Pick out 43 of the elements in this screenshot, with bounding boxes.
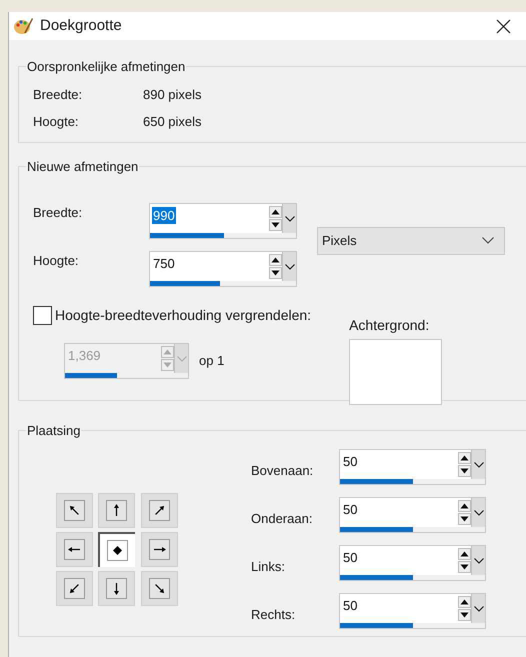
field-label: Achtergrond: [349, 316, 430, 335]
chevron-icon [474, 606, 484, 612]
number-field[interactable]: 50 [339, 544, 486, 580]
dropdown-button[interactable] [282, 252, 296, 282]
field-label: Bovenaan: [251, 462, 314, 480]
dropdown-button[interactable] [471, 594, 485, 624]
field-value: 650 pixels [143, 113, 202, 131]
chevron-icon [284, 216, 294, 222]
chevron-icon [176, 356, 186, 362]
unit-label: op 1 [199, 352, 224, 370]
group-title: Plaatsing [26, 422, 82, 440]
chevron-icon [474, 558, 484, 564]
number-field[interactable]: 990 [149, 202, 297, 238]
chevron-icon [482, 237, 494, 244]
anchor-button[interactable] [98, 532, 136, 566]
chevron-icon [474, 462, 484, 468]
dropdown-button[interactable] [471, 450, 485, 480]
unit-dropdown[interactable]: Pixels [317, 226, 505, 254]
close-icon [496, 18, 510, 34]
number-field[interactable]: 750 [149, 250, 297, 286]
checkbox-label[interactable]: Hoogte-breedteverhouding vergrendelen: [55, 304, 312, 326]
dropdown-button[interactable] [471, 546, 485, 576]
dropdown-button[interactable] [471, 498, 485, 528]
number-field[interactable]: 50 [339, 592, 486, 628]
field-label: Hoogte: [33, 252, 80, 270]
field-value: 890 pixels [143, 86, 202, 104]
dropdown-button[interactable] [282, 204, 296, 234]
chevron-icon [284, 264, 294, 270]
color-swatch[interactable] [349, 338, 442, 404]
field-label: Rechts: [251, 606, 296, 624]
palette-icon [12, 15, 34, 37]
number-field[interactable]: 50 [339, 448, 486, 484]
field-label: Breedte: [33, 204, 84, 222]
field-label: Onderaan: [251, 510, 314, 528]
field-label: Breedte: [33, 86, 84, 104]
window-title: Doekgrootte [40, 16, 122, 36]
group-title: Nieuwe afmetingen [26, 158, 140, 176]
checkbox[interactable] [33, 306, 52, 324]
field-label: Links: [251, 558, 286, 576]
number-field[interactable]: 50 [339, 496, 486, 532]
group-title: Oorspronkelijke afmetingen [26, 58, 186, 76]
field-label: Hoogte: [33, 113, 80, 131]
chevron-icon [474, 510, 484, 516]
